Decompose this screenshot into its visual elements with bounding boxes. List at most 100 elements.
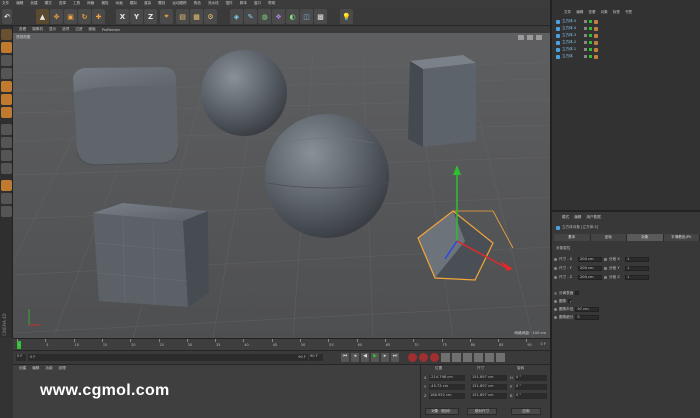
key-param-icon[interactable] (474, 353, 483, 362)
menu-item[interactable]: 雕刻 (158, 1, 165, 6)
menu-item[interactable]: 角色 (194, 1, 201, 6)
menu-item[interactable]: 帮助 (268, 1, 275, 6)
light-icon[interactable]: 💡 (340, 9, 353, 24)
visibility-check-icon[interactable] (589, 48, 592, 51)
menu-item[interactable]: 窗口 (254, 1, 261, 6)
record-icon[interactable] (408, 353, 417, 362)
object-menu-item[interactable]: 编辑 (576, 10, 583, 15)
autokey-icon[interactable] (419, 353, 428, 362)
start-frame-field[interactable]: 0 F (16, 354, 26, 361)
viewport-menu-item[interactable]: 选项 (62, 27, 69, 32)
polygons-mode-icon[interactable] (1, 107, 12, 118)
phong-tag-icon[interactable] (594, 19, 598, 24)
sphere-object-1[interactable] (201, 50, 287, 136)
model-mode-icon[interactable] (1, 42, 12, 53)
layer-icon[interactable] (584, 20, 587, 23)
phong-tag-icon[interactable] (594, 26, 598, 31)
coord-rotation-field[interactable]: 0 ° (515, 384, 547, 390)
object-list-item[interactable]: 立方体.1 (556, 46, 636, 53)
render-region-icon[interactable]: ▤ (176, 9, 189, 24)
cube-primitive-icon[interactable]: ◈ (230, 9, 243, 24)
fillet-radius-field[interactable]: 97 cm (575, 306, 600, 312)
material-menu-item[interactable]: 创建 (19, 366, 26, 371)
go-to-end-icon[interactable]: ⏭ (391, 353, 399, 362)
object-menu-item[interactable]: 书签 (625, 10, 632, 15)
scale-tool-icon[interactable]: ▣ (64, 9, 77, 24)
menu-item[interactable]: 运动跟踪 (172, 1, 186, 6)
size-field[interactable]: 200 cm (578, 274, 602, 280)
array-icon[interactable]: ❖ (272, 9, 285, 24)
visibility-check-icon[interactable] (589, 20, 592, 23)
object-list-item[interactable]: 立方体.3 (556, 32, 636, 39)
menu-item[interactable]: 选择 (59, 1, 66, 6)
menu-item[interactable]: 捕捉 (101, 1, 108, 6)
axis-x-button[interactable]: X (116, 9, 129, 24)
viewport-solo-icon[interactable] (1, 163, 12, 174)
subdivision-icon[interactable]: ◍ (258, 9, 271, 24)
menu-item[interactable]: 模式 (45, 1, 52, 6)
attr-tab[interactable]: 平滑着色(Ph (663, 234, 700, 241)
tall-box-object[interactable] (408, 55, 476, 147)
workplane-icon[interactable] (1, 68, 12, 79)
camera-icon[interactable]: ▩ (314, 9, 327, 24)
make-editable-icon[interactable] (1, 29, 12, 40)
attr-menu-item[interactable]: 用户数据 (586, 215, 600, 220)
viewport-menu-item[interactable]: ProRender (102, 28, 121, 32)
layer-icon[interactable] (584, 34, 587, 37)
key-scale-icon[interactable] (452, 353, 461, 362)
material-menu-item[interactable]: 纹理 (59, 366, 66, 371)
size-mode-dropdown[interactable]: 绝对尺寸 (467, 408, 497, 415)
menu-item[interactable]: 编辑 (16, 1, 23, 6)
attr-tab[interactable]: 对象 (627, 234, 664, 241)
key-pla-icon[interactable] (485, 353, 494, 362)
phong-tag-icon[interactable] (594, 33, 598, 38)
undo-icon[interactable]: ↶ (2, 9, 12, 24)
layer-icon[interactable] (584, 48, 587, 51)
frame-range-slider[interactable]: 0 F 90 F (28, 354, 308, 361)
rotate-tool-icon[interactable]: ↻ (78, 9, 91, 24)
menu-item[interactable]: 工具 (73, 1, 80, 6)
layer-icon[interactable] (584, 27, 587, 30)
material-menu-item[interactable]: 编辑 (32, 366, 39, 371)
phong-tag-icon[interactable] (594, 54, 598, 59)
object-menu-item[interactable]: 标签 (613, 10, 620, 15)
visibility-check-icon[interactable] (589, 55, 592, 58)
layer-icon[interactable] (584, 55, 587, 58)
snap-icon[interactable] (1, 180, 12, 191)
fillet-checkbox[interactable]: ✓ (568, 299, 573, 304)
viewport-menu-item[interactable]: 显示 (49, 27, 56, 32)
menu-item[interactable]: 动画 (116, 1, 123, 6)
menu-item[interactable]: 创建 (30, 1, 37, 6)
coord-position-field[interactable]: -214.798 cm (429, 375, 465, 381)
menu-item[interactable]: 插件 (226, 1, 233, 6)
environment-icon[interactable]: ◫ (300, 9, 313, 24)
coordinate-system-icon[interactable]: ⌖ (160, 9, 173, 24)
coord-rotation-field[interactable]: 0 ° (515, 393, 547, 399)
go-to-start-icon[interactable]: ⏮ (341, 353, 349, 362)
attr-menu-item[interactable]: 编辑 (574, 215, 581, 220)
viewport-menu-item[interactable]: 查看 (19, 27, 26, 32)
coord-size-field[interactable]: 151.897 cm (471, 393, 507, 399)
coord-size-field[interactable]: 151.897 cm (471, 384, 507, 390)
sphere-object-2[interactable] (265, 114, 389, 238)
prev-key-icon[interactable]: ◂ (351, 353, 359, 362)
rounded-cube-object[interactable] (73, 67, 179, 166)
object-menu-item[interactable]: 查看 (588, 10, 595, 15)
menu-item[interactable]: 流水线 (208, 1, 219, 6)
segments-field[interactable]: 1 (625, 265, 649, 271)
menu-item[interactable]: 文件 (2, 1, 9, 6)
object-menu-item[interactable]: 文件 (564, 10, 571, 15)
texture-mode-icon[interactable] (1, 55, 12, 66)
viewport-menu-item[interactable]: 过滤 (75, 27, 82, 32)
render-view-icon[interactable]: ▦ (190, 9, 203, 24)
menu-item[interactable]: 模拟 (130, 1, 137, 6)
perspective-viewport[interactable]: 透视视图 网格间距：100 cm (13, 33, 550, 338)
layer-icon[interactable] (584, 41, 587, 44)
end-frame-field[interactable]: 90 F (309, 354, 323, 361)
viewport-nav-icons[interactable] (518, 35, 542, 40)
move-tool-icon[interactable]: ✥ (50, 9, 63, 24)
lock-workplane-icon[interactable] (1, 206, 12, 217)
phong-tag-icon[interactable] (594, 40, 598, 45)
material-menu-item[interactable]: 功能 (45, 366, 52, 371)
deformer-icon[interactable]: ◐ (286, 9, 299, 24)
